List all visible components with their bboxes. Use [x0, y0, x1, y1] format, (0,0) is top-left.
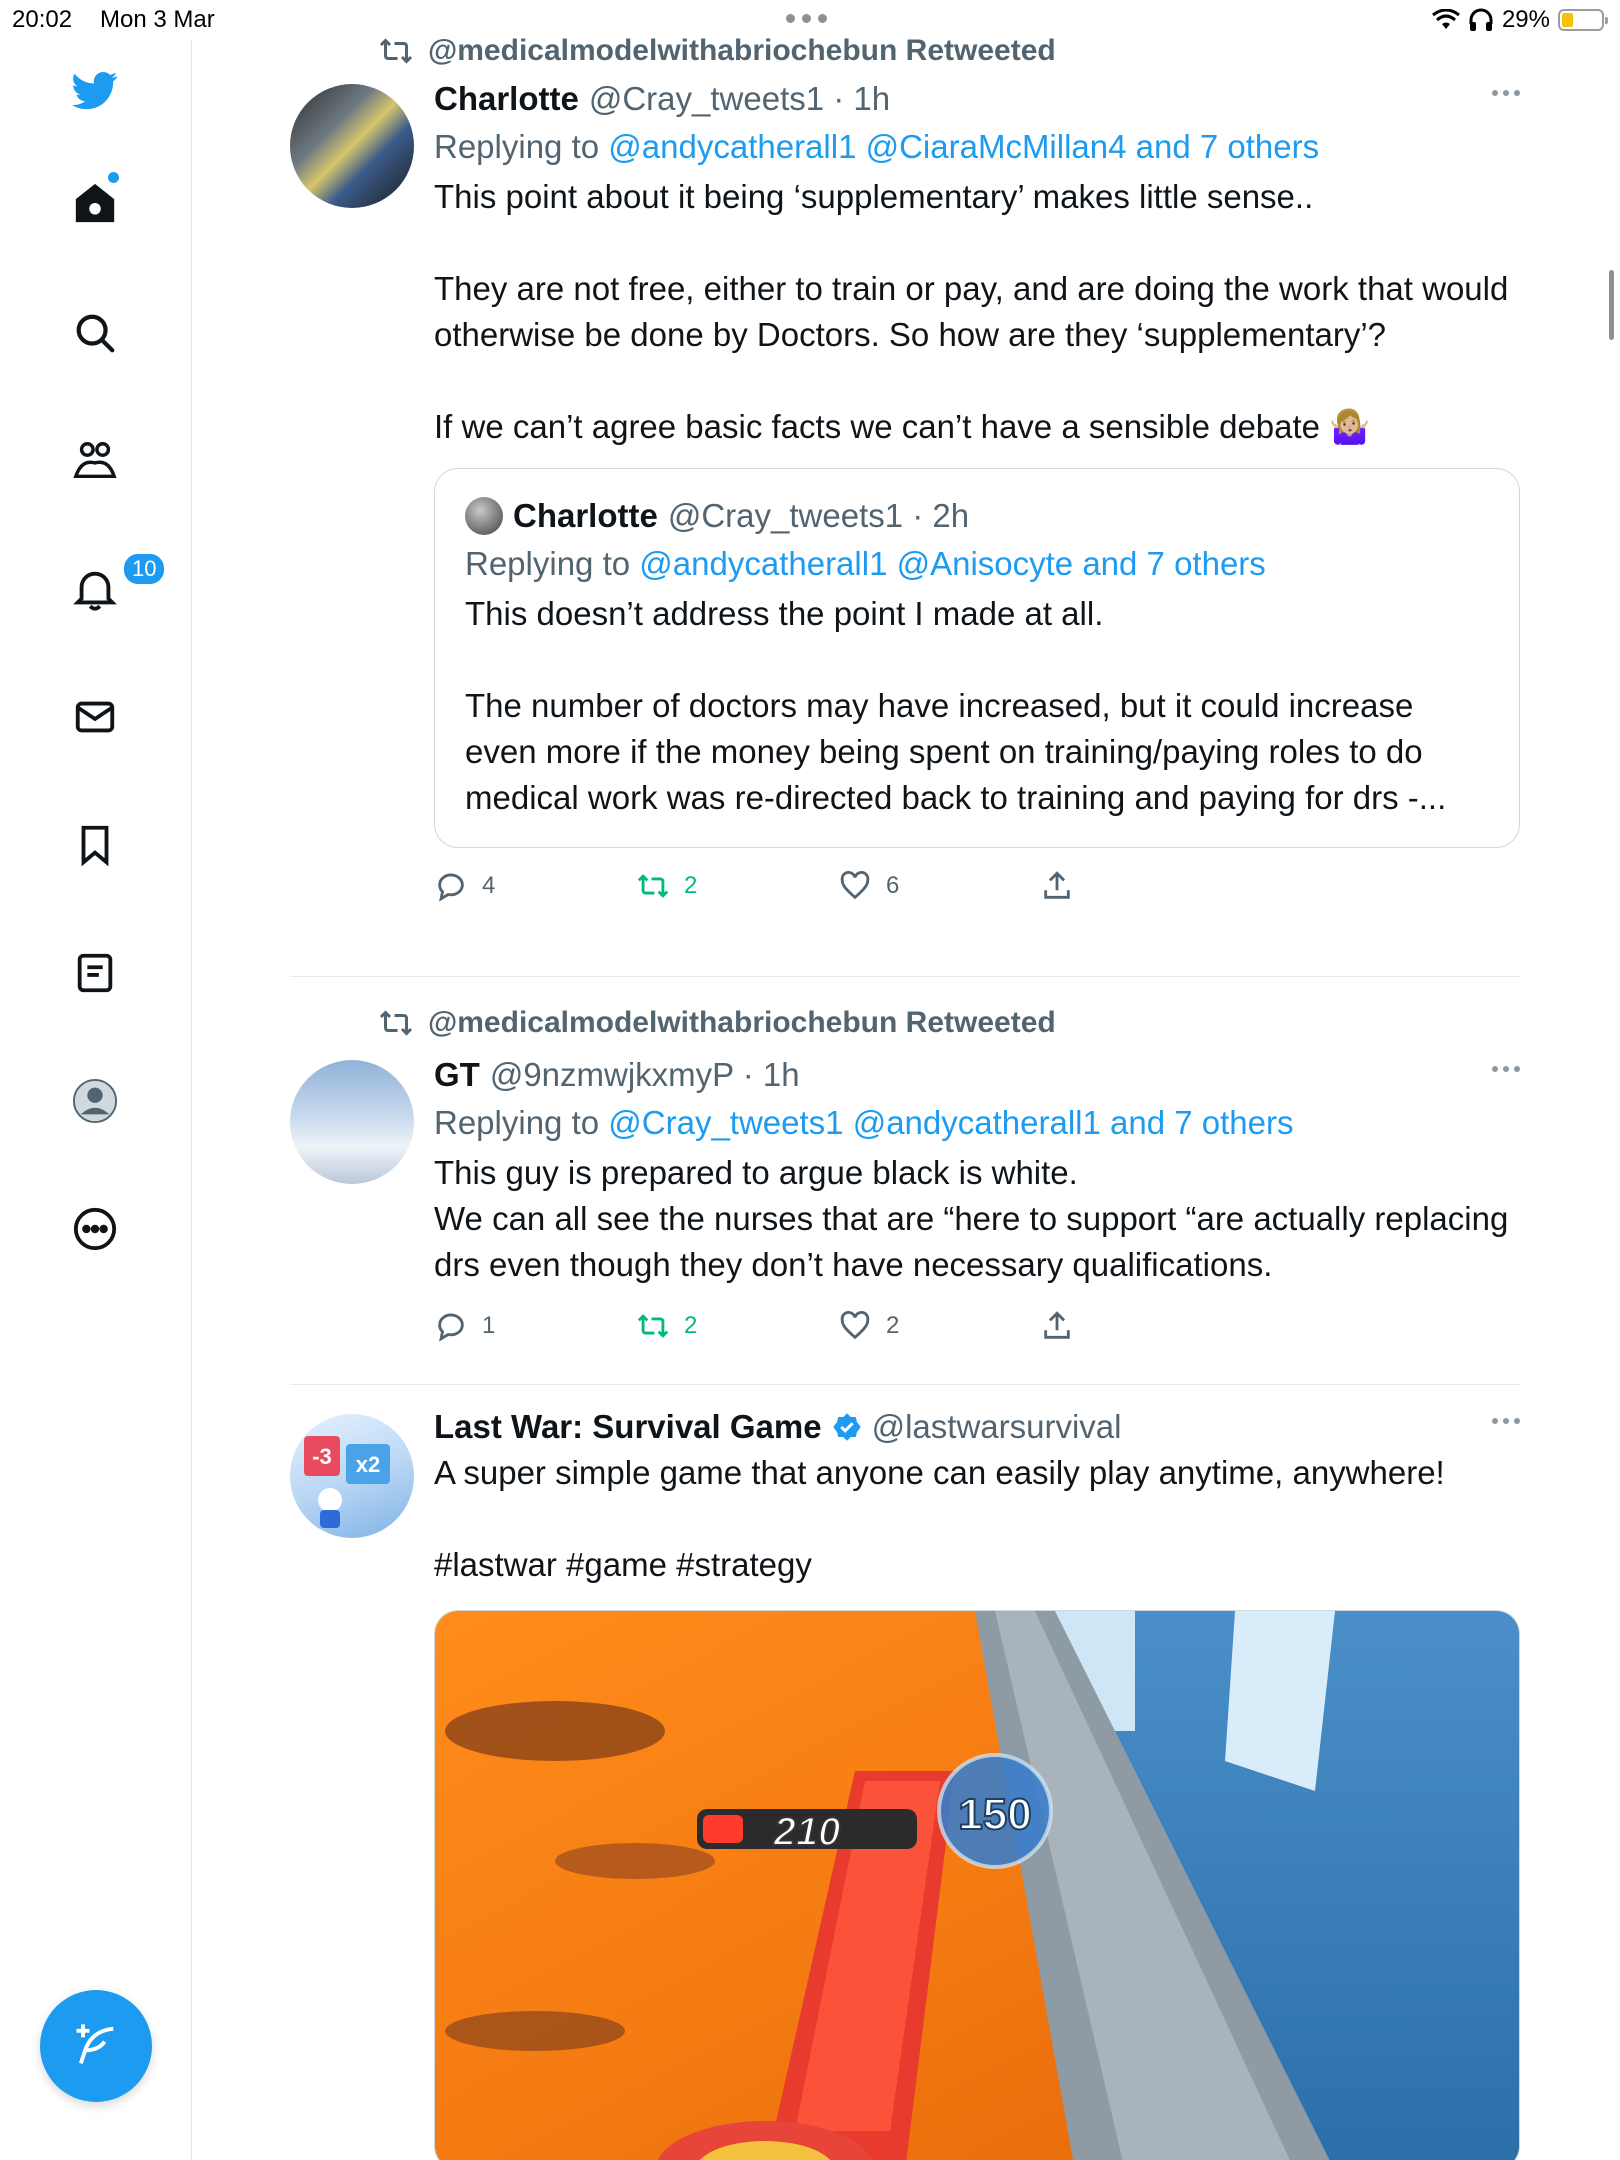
retweet-icon: [379, 38, 413, 64]
battery-percent: 29%: [1501, 6, 1550, 33]
like-button[interactable]: 2: [838, 1309, 1040, 1343]
quoted-replying-to-label: Replying to: [465, 545, 631, 582]
reply-button[interactable]: 4: [434, 869, 636, 903]
multitasking-dots[interactable]: [786, 14, 827, 23]
share-icon: [1044, 871, 1070, 899]
like-count: 6: [886, 872, 900, 899]
search-icon[interactable]: [70, 308, 120, 358]
hashtags[interactable]: #lastwar #game #strategy: [434, 1542, 1520, 1588]
tweet-more-icon[interactable]: [1492, 1418, 1520, 1424]
promoted-media[interactable]: 210 150: [434, 1610, 1520, 2160]
retweet-count: 2: [684, 872, 698, 899]
handle-time[interactable]: @9nzmwjkxmyP · 1h: [490, 1056, 800, 1094]
display-name[interactable]: Charlotte: [434, 80, 579, 118]
tweet-more-icon[interactable]: [1492, 1066, 1520, 1072]
divider: [290, 976, 1520, 977]
compose-feather-icon: [76, 2024, 114, 2064]
retweet-icon: [379, 1010, 413, 1036]
avatar[interactable]: [290, 1060, 414, 1184]
wifi-icon: [1432, 9, 1460, 29]
bookmarks-icon[interactable]: [70, 820, 120, 870]
retweet-button[interactable]: 2: [636, 1309, 838, 1343]
battery-icon: [1558, 9, 1608, 31]
quoted-display-name: Charlotte: [513, 497, 658, 534]
avatar-label-a: -3: [312, 1444, 332, 1469]
tweet-text: A super simple game that anyone can easi…: [434, 1454, 1445, 1491]
communities-icon[interactable]: [70, 436, 120, 486]
twitter-logo-icon[interactable]: [70, 65, 120, 115]
divider: [290, 1384, 1520, 1385]
retweet-icon: [637, 1314, 669, 1338]
more-options-icon[interactable]: [70, 1204, 120, 1254]
headphones-icon: [1469, 8, 1493, 31]
lists-icon[interactable]: [70, 948, 120, 998]
quoted-text: This doesn’t address the point I made at…: [465, 595, 1447, 816]
like-button[interactable]: 6: [838, 869, 1040, 903]
share-button[interactable]: [1040, 869, 1242, 903]
retweet-button[interactable]: 2: [636, 869, 838, 903]
home-icon[interactable]: [70, 172, 120, 228]
replying-to-label: Replying to: [434, 1104, 600, 1141]
notifications-icon[interactable]: 10: [70, 552, 167, 614]
compose-tweet-button[interactable]: [40, 1990, 152, 2102]
handle[interactable]: @lastwarsurvival: [872, 1408, 1122, 1446]
tweet-text: This guy is prepared to argue black is w…: [434, 1154, 1509, 1283]
messages-icon[interactable]: [70, 692, 120, 742]
retweet-icon: [637, 874, 669, 898]
tweet-actions: 4 2 6: [434, 866, 1520, 906]
display-name[interactable]: GT: [434, 1056, 480, 1094]
quoted-avatar: [465, 497, 503, 535]
verified-badge-icon: [832, 1412, 862, 1442]
handle-time[interactable]: @Cray_tweets1 · 1h: [589, 80, 890, 118]
quoted-replying-to: Replying to @andycatherall1 @Anisocyte a…: [465, 545, 1489, 583]
quoted-tweet[interactable]: Charlotte @Cray_tweets1 · 2h Replying to…: [434, 468, 1520, 848]
replying-to: Replying to @andycatherall1 @CiaraMcMill…: [434, 128, 1520, 166]
replying-to-label: Replying to: [434, 128, 600, 165]
avatar[interactable]: -3 x2: [290, 1414, 414, 1538]
replying-to-links[interactable]: @Cray_tweets1 @andycatherall1 and 7 othe…: [608, 1104, 1293, 1141]
avatar[interactable]: [290, 84, 414, 208]
retweet-context: @medicalmodelwithabriochebun Retweeted: [378, 34, 1056, 68]
tweet-actions: 1 2 2: [434, 1306, 1520, 1346]
media-counter-top: 210: [773, 1810, 841, 1854]
unread-dot: [108, 172, 119, 183]
retweeted-by: @medicalmodelwithabriochebun Retweeted: [428, 1006, 1056, 1039]
media-counter-right: 150: [958, 1790, 1031, 1839]
share-icon: [1044, 1311, 1070, 1339]
sidebar: 10: [0, 40, 192, 2160]
reply-button[interactable]: 1: [434, 1309, 636, 1343]
quoted-replying-to-links[interactable]: @andycatherall1 @Anisocyte and 7 others: [639, 545, 1266, 582]
tweet-header: Last War: Survival Game @lastwarsurvival: [434, 1408, 1520, 1446]
quoted-handle-time: @Cray_tweets1 · 2h: [667, 497, 970, 534]
tweet-more-icon[interactable]: [1492, 90, 1520, 96]
scrollbar[interactable]: [1609, 270, 1614, 340]
like-count: 2: [886, 1312, 900, 1339]
heart-icon: [840, 1311, 870, 1340]
tweet-header: GT @9nzmwjkxmyP · 1h: [434, 1056, 1520, 1094]
tweet-header: Charlotte @Cray_tweets1 · 1h: [434, 80, 1520, 118]
heart-icon: [840, 871, 870, 900]
status-date: Mon 3 Mar: [100, 6, 215, 33]
retweeted-by: @medicalmodelwithabriochebun Retweeted: [428, 34, 1056, 67]
display-name[interactable]: Last War: Survival Game: [434, 1408, 822, 1446]
notifications-badge: 10: [122, 552, 167, 586]
replying-to-links[interactable]: @andycatherall1 @CiaraMcMillan4 and 7 ot…: [608, 128, 1319, 165]
reply-icon: [438, 873, 464, 902]
retweet-count: 2: [684, 1312, 698, 1339]
avatar-label-b: x2: [356, 1452, 380, 1477]
tweet-text: This point about it being ‘supplementary…: [434, 178, 1509, 445]
retweet-context: @medicalmodelwithabriochebun Retweeted: [378, 1006, 1056, 1040]
share-button[interactable]: [1040, 1309, 1242, 1343]
reply-icon: [438, 1313, 464, 1342]
profile-icon[interactable]: [70, 1076, 120, 1126]
status-time: 20:02: [12, 6, 73, 33]
replying-to: Replying to @Cray_tweets1 @andycatherall…: [434, 1104, 1520, 1142]
reply-count: 1: [482, 1312, 496, 1339]
reply-count: 4: [482, 872, 496, 899]
